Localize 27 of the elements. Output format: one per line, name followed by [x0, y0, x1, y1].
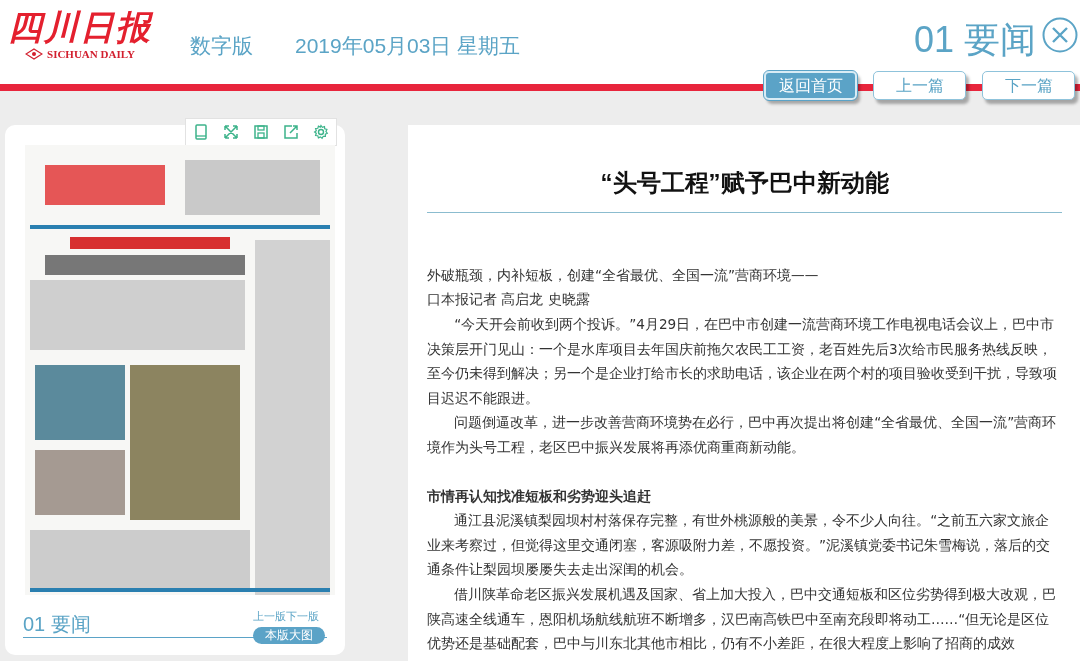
close-icon[interactable] — [1042, 17, 1078, 53]
next-page-link[interactable]: 下一版 — [286, 608, 319, 625]
article-title: “头号工程”赋予巴中新动能 — [427, 169, 1062, 213]
nav-button[interactable]: 上一篇 — [873, 71, 966, 100]
article-paragraph: 外破瓶颈，内补短板，创建“全省最优、全国一流”营商环境—— — [427, 265, 820, 285]
page-title: 01 要闻 — [913, 20, 1036, 60]
date-text: 2019年05月03日 星期五 — [295, 33, 521, 59]
page-label: 01 要闻 — [23, 612, 91, 637]
emblem-icon — [25, 48, 44, 61]
article-paragraph: 口本报记者 高启龙 史晓露 — [427, 290, 591, 310]
share-icon[interactable] — [283, 124, 299, 140]
article-paragraph: 问题倒逼改革，进一步改善营商环境势在必行，巴中再次提出将创建“全省最优、全国一流”营商环境作为头号工程，老区巴中振兴发展将再添优商重商新动能。 — [427, 413, 1058, 457]
article-paragraph: 借川陕革命老区振兴发展机遇及国家、省上加大投入，巴中交通短板和区位劣势得到极大改观，巴陕高速全线通车，恩阳机场航线航班不断增多，汉巴南高铁巴中至南充段即将动工……“但无论是区位优势还是基础配套，巴中与川东北其他市相比，仍有不小差距，在很大程度上影响了招商的成效 — [427, 584, 1058, 654]
settings-icon[interactable] — [313, 124, 329, 140]
nav-button[interactable]: 下一篇 — [982, 71, 1075, 100]
nav-button[interactable]: 返回首页 — [764, 71, 857, 100]
save-icon[interactable] — [253, 124, 269, 140]
edition-label: 数字版 — [190, 33, 253, 59]
logo-title: 四川日报 — [8, 8, 152, 46]
section-heading: 市情再认知找准短板和劣势迎头追赶 — [427, 486, 652, 506]
article-paragraph: “今天开会前收到两个投诉。”4月29日，在巴中市创建一流营商环境工作电视电话会议上，巴中市决策层开门见山：一个是水库项目去年国庆前拖欠农民工工资，老百姓先后3次给市民服务热线反映，至今仍未得到解决；另一个是企业打给市长的求助电话，该企业在两个村的项目验收受到干扰，导致项目迟迟不能跟进。 — [427, 315, 1058, 408]
previous-page-link[interactable]: 上一版 — [253, 608, 286, 625]
tablet-icon[interactable] — [193, 124, 209, 140]
logo-subtitle: SICHUAN DAILY — [47, 47, 135, 62]
fullscreen-icon[interactable] — [223, 124, 239, 140]
article-paragraph: 通江县泥溪镇梨园坝村村落保存完整，有世外桃源般的美景，令不少人向往。“之前五六家文旅企业来考察过，但觉得这里交通闭塞，客源吸附力差，不愿投资。”泥溪镇党委书记朱雪梅说，落后的交通条件让梨园坝屡屡失去走出深闺的机会。 — [427, 511, 1052, 580]
large-view-button[interactable]: 本版大图 — [253, 627, 325, 644]
